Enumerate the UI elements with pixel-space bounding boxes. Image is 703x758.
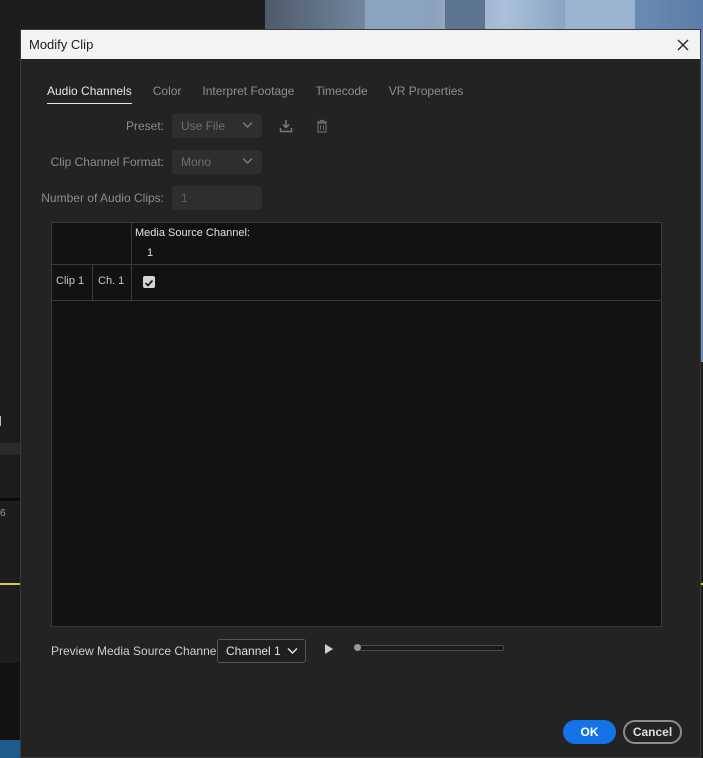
clip-channel-format-select[interactable]: Mono: [172, 150, 262, 174]
channel-grid: Media Source Channel: 1 Clip 1 Ch. 1: [51, 222, 662, 627]
background-clip: [0, 740, 20, 758]
tab-bar: Audio Channels Color Interpret Footage T…: [47, 84, 484, 104]
format-label: Clip Channel Format:: [50, 155, 164, 169]
channel-cell: Ch. 1: [98, 275, 125, 287]
cancel-button[interactable]: Cancel: [623, 720, 682, 744]
chevron-down-icon: [287, 647, 298, 655]
channel-checkbox[interactable]: [143, 276, 155, 288]
clip-cell: Clip 1: [56, 275, 85, 287]
preset-value: Use File: [181, 119, 226, 133]
preview-channel-label: Preview Media Source Channel:: [51, 644, 223, 658]
tab-interpret-footage[interactable]: Interpret Footage: [202, 84, 294, 104]
import-preset-button[interactable]: [276, 114, 296, 138]
tab-audio-channels[interactable]: Audio Channels: [47, 84, 132, 104]
preset-row: Preset: Use File: [21, 114, 702, 138]
tab-color[interactable]: Color: [153, 84, 182, 104]
preset-label: Preset:: [125, 119, 164, 133]
tab-timecode[interactable]: Timecode: [315, 84, 367, 104]
play-icon: [325, 644, 333, 654]
num-clips-row: Number of Audio Clips: 1: [21, 186, 702, 210]
preview-channel-select[interactable]: Channel 1: [217, 639, 306, 663]
format-row: Clip Channel Format: Mono: [21, 150, 702, 174]
background-panel-strip: [0, 443, 20, 455]
grid-header-divider: [131, 223, 132, 264]
cell-divider: [131, 264, 132, 300]
download-icon: [279, 120, 293, 133]
checkmark-icon: [144, 279, 154, 287]
background-tick: [0, 416, 1, 426]
table-row: Clip 1 Ch. 1: [52, 264, 661, 301]
preset-select[interactable]: Use File: [172, 114, 262, 138]
ok-button[interactable]: OK: [563, 720, 616, 744]
background-divider: [0, 498, 20, 501]
preview-channel-value: Channel 1: [226, 644, 281, 658]
background-video-preview: [265, 0, 703, 32]
chevron-down-icon: [242, 121, 253, 129]
delete-preset-button[interactable]: [312, 114, 332, 138]
play-button[interactable]: [323, 642, 337, 658]
chevron-down-icon: [242, 157, 253, 165]
title-bar: Modify Clip: [21, 30, 700, 59]
close-icon: [677, 39, 689, 51]
tab-vr-properties[interactable]: VR Properties: [389, 84, 464, 104]
media-source-channel-header: Media Source Channel:: [135, 227, 250, 239]
modify-clip-dialog: Modify Clip Audio Channels Color Interpr…: [20, 29, 701, 758]
trash-icon: [317, 119, 327, 133]
number-of-audio-clips-field[interactable]: 1: [172, 186, 262, 210]
background-track: [0, 663, 20, 740]
background-label: 6: [0, 508, 6, 519]
dialog-title: Modify Clip: [29, 37, 94, 52]
close-button[interactable]: [672, 34, 694, 56]
grid-header: Media Source Channel: 1: [52, 223, 661, 265]
num-clips-label: Number of Audio Clips:: [41, 191, 164, 205]
background-playhead-line: [0, 583, 20, 585]
format-value: Mono: [181, 155, 212, 169]
cell-divider: [92, 264, 93, 300]
preview-scrubber-track[interactable]: [358, 645, 504, 651]
channel-number-header: 1: [147, 247, 154, 259]
preview-scrubber-handle[interactable]: [354, 644, 361, 651]
